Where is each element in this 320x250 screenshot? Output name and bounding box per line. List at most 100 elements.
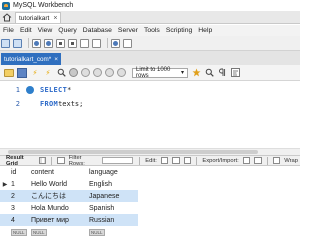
stop-icon[interactable] [69,68,78,77]
editor-horizontal-scrollbar[interactable] [0,148,300,155]
sql-keyword: SELECT [40,86,68,94]
filter-rows-input[interactable] [101,157,134,164]
menu-bar: File Edit View Query Database Server Too… [0,25,300,36]
result-toolbar: Result Grid Filter Rows: Edit: Export/Im… [0,154,300,167]
inspector-button[interactable] [32,38,41,48]
invisible-chars-icon[interactable] [217,68,227,78]
table-cell[interactable]: Hello World [30,178,88,190]
commit-icon[interactable] [93,68,102,77]
column-header-id[interactable]: id [10,166,30,178]
table-cell[interactable]: NULL [30,226,88,238]
table-cell[interactable]: Japanese [88,190,138,202]
scrollbar-thumb[interactable] [8,150,258,154]
table-cell[interactable]: Привет мир [30,214,88,226]
create-schema-button[interactable] [44,38,53,48]
table-cell[interactable]: こんにちは [30,190,88,202]
filter-icon [57,157,65,164]
execute-lightning-icon[interactable]: ⚡ [30,68,40,78]
sql-text: texts; [58,100,84,108]
menu-server[interactable]: Server [115,27,141,34]
table-row[interactable]: ▶ 1 Hello World English [0,178,138,190]
table-cell[interactable]: Spanish [88,202,138,214]
current-row-arrow-icon: ▶ [0,178,10,190]
row-marker [0,226,10,238]
toolbar-separator [266,156,268,165]
table-cell[interactable]: 3 [10,202,30,214]
create-table-button[interactable] [56,38,65,48]
toolbar-separator [196,156,198,165]
table-cell[interactable]: NULL [88,226,138,238]
menu-tools[interactable]: Tools [141,27,163,34]
connection-tab-label: tutorialkart [19,14,50,22]
find-replace-icon[interactable] [204,68,214,78]
menu-scripting[interactable]: Scripting [163,27,195,34]
table-cell[interactable]: 2 [10,190,30,202]
save-icon[interactable] [17,67,27,78]
menu-query[interactable]: Query [55,27,80,34]
table-cell[interactable]: Hola Mundo [30,202,88,214]
export-icon[interactable] [242,157,251,164]
create-function-button[interactable] [92,38,101,48]
menu-help[interactable]: Help [195,27,215,34]
menu-file[interactable]: File [0,27,17,34]
filter-rows-label: Filter Rows: [68,154,85,167]
result-grid-tab[interactable]: Result Grid [0,155,37,167]
table-cell[interactable]: Russian [88,214,138,226]
mysql-workbench-logo-icon [2,1,10,10]
result-table: id content language ▶ 1 Hello World Engl… [0,166,138,238]
table-cell[interactable]: 4 [10,214,30,226]
table-cell[interactable]: 1 [10,178,30,190]
close-icon[interactable]: × [53,15,57,22]
open-sql-script-button[interactable] [13,38,22,48]
table-cell[interactable]: English [88,178,138,190]
limit-rows-select[interactable]: Limit to 1000 rows ▾ [132,67,188,79]
word-wrap-icon[interactable] [230,68,240,78]
result-grid-icon[interactable] [38,157,47,164]
search-table-data-button[interactable] [111,38,120,48]
query-tab[interactable]: tutorialkart_com* × [1,53,62,65]
connection-tab-bar: tutorialkart × [0,11,300,24]
row-marker [0,214,10,226]
menu-edit[interactable]: Edit [17,27,35,34]
toolbar-separator [107,38,108,48]
toggle-continue-on-error-icon[interactable] [81,68,90,77]
table-row[interactable]: 4 Привет мир Russian [0,214,138,226]
open-folder-icon[interactable] [4,68,14,77]
rollback-icon[interactable] [105,68,114,77]
execute-current-statement-icon[interactable]: ⚡ [43,68,53,78]
create-procedure-button[interactable] [80,38,89,48]
row-marker [0,202,10,214]
query-tab-label: tutorialkart_com* [4,55,52,63]
close-icon[interactable]: × [54,56,58,63]
import-icon[interactable] [254,157,262,164]
sql-text: * [67,86,72,94]
beautify-star-icon[interactable] [191,68,201,78]
table-cell[interactable]: NULL [10,226,30,238]
table-row[interactable]: 2 こんにちは Japanese [0,190,138,202]
edit-row-icon[interactable] [160,157,169,164]
query-tab-bar: tutorialkart_com* × [0,51,300,65]
wrap-cell-icon[interactable] [272,157,281,164]
reconnect-button[interactable] [123,38,132,48]
statement-marker-icon [26,86,34,94]
add-row-icon[interactable] [172,157,180,164]
editor-line: 1 SELECT * [0,84,71,96]
connection-tab[interactable]: tutorialkart × [15,12,62,23]
column-header-content[interactable]: content [30,166,88,178]
line-number: 1 [15,86,20,94]
sql-editor[interactable]: 1 SELECT * 2 FROM texts; [0,81,300,148]
home-button[interactable] [0,11,14,23]
delete-row-icon[interactable] [183,157,192,164]
home-icon [2,12,12,21]
new-sql-tab-button[interactable] [1,38,10,48]
menu-database[interactable]: Database [80,27,115,34]
menu-view[interactable]: View [35,27,56,34]
wrap-label: Wrap [284,157,298,164]
table-row[interactable]: 3 Hola Mundo Spanish [0,202,138,214]
row-marker [0,190,10,202]
explain-magnifier-icon[interactable] [56,68,66,78]
create-view-button[interactable] [68,38,77,48]
table-row-new[interactable]: NULL NULL NULL [0,226,138,238]
column-header-language[interactable]: language [88,166,138,178]
autocommit-icon[interactable] [117,68,126,77]
